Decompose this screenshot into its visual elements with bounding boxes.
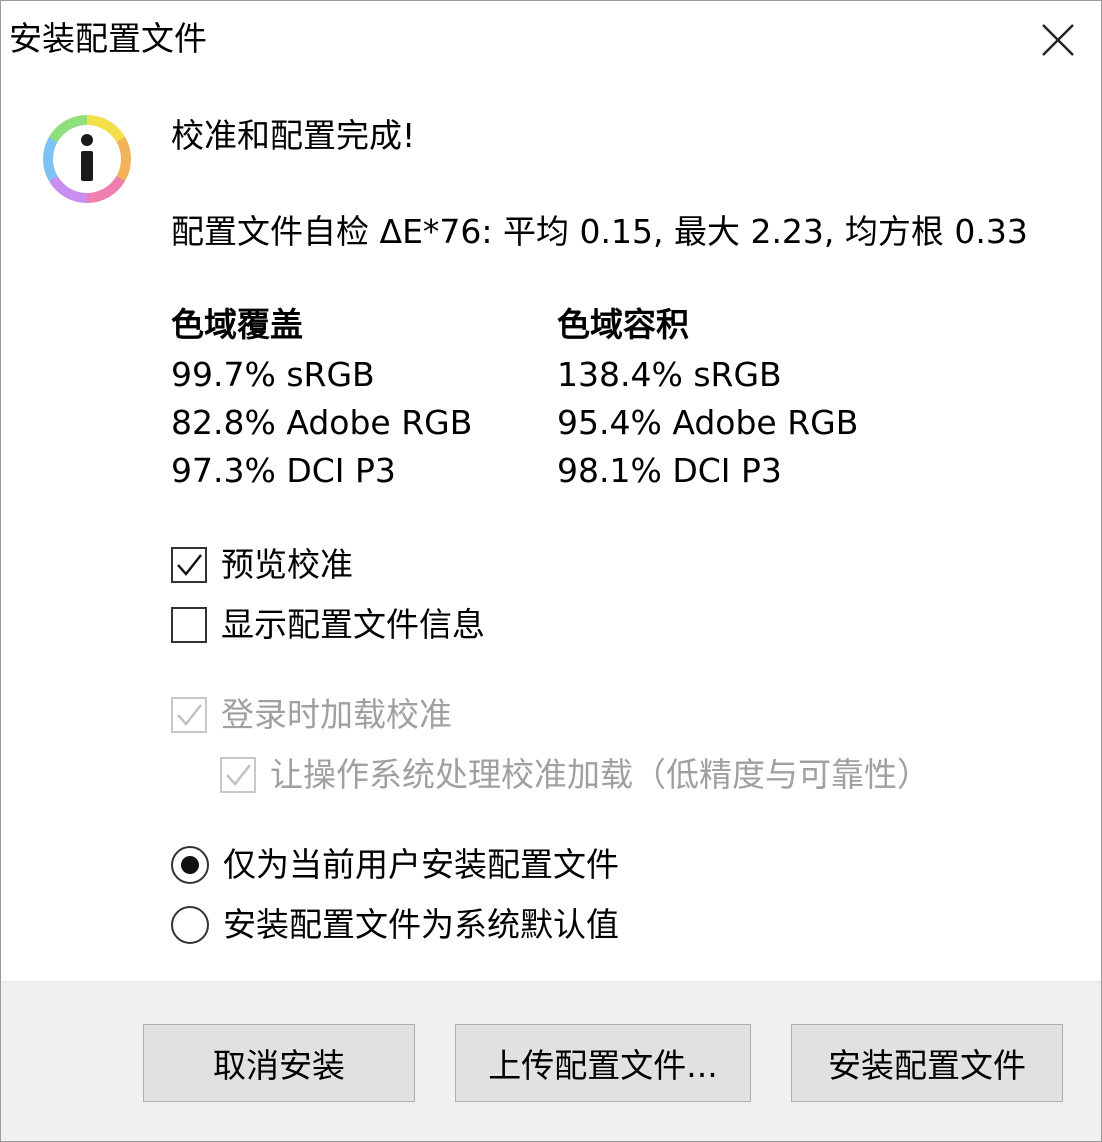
os-handles-loading-checkbox: 让操作系统处理校准加载（低精度与可靠性） — [220, 753, 930, 797]
checkmark-icon — [177, 554, 202, 576]
checkbox-box — [220, 757, 256, 793]
radio-circle[interactable] — [171, 906, 209, 944]
gamut-coverage: 色域覆盖 99.7% sRGB 82.8% Adobe RGB 97.3% DC… — [171, 301, 472, 495]
gamut-volume-srgb: 138.4% sRGB — [557, 355, 782, 394]
checkbox-box[interactable] — [171, 547, 207, 583]
gamut-coverage-dci-p3: 97.3% DCI P3 — [171, 451, 396, 490]
gamut-volume-adobe-rgb: 95.4% Adobe RGB — [557, 403, 859, 442]
show-profile-info-label: 显示配置文件信息 — [221, 605, 485, 644]
load-on-login-label: 登录时加载校准 — [221, 695, 452, 734]
os-handles-loading-label: 让操作系统处理校准加载（低精度与可靠性） — [270, 755, 930, 794]
upload-profile-button[interactable]: 上传配置文件... — [455, 1024, 751, 1102]
button-bar: 取消安装 上传配置文件... 安装配置文件 — [1, 981, 1101, 1141]
install-profile-dialog: 安装配置文件 校准和配置完成! 配置文件自检 ΔE*76: 平均 0.15, 最… — [0, 0, 1102, 1142]
install-profile-button[interactable]: 安装配置文件 — [791, 1024, 1063, 1102]
radio-circle[interactable] — [171, 846, 209, 884]
profile-self-check: 配置文件自检 ΔE*76: 平均 0.15, 最大 2.23, 均方根 0.33 — [171, 212, 1028, 251]
show-profile-info-checkbox[interactable]: 显示配置文件信息 — [171, 603, 485, 647]
info-icon — [41, 113, 133, 205]
close-button[interactable] — [1035, 17, 1081, 63]
preview-calibration-checkbox[interactable]: 预览校准 — [171, 543, 353, 587]
cancel-install-button[interactable]: 取消安装 — [143, 1024, 415, 1102]
checkbox-box — [171, 697, 207, 733]
install-system-default-label: 安装配置文件为系统默认值 — [223, 905, 619, 944]
gamut-volume-heading: 色域容积 — [557, 305, 689, 344]
checkbox-box[interactable] — [171, 607, 207, 643]
gamut-volume-dci-p3: 98.1% DCI P3 — [557, 451, 782, 490]
install-current-user-label: 仅为当前用户安装配置文件 — [223, 845, 619, 884]
gamut-coverage-heading: 色域覆盖 — [171, 305, 303, 344]
gamut-coverage-srgb: 99.7% sRGB — [171, 355, 375, 394]
load-on-login-checkbox: 登录时加载校准 — [171, 693, 452, 737]
preview-calibration-label: 预览校准 — [221, 545, 353, 584]
checkmark-icon — [226, 764, 251, 786]
radio-selected-dot — [181, 856, 199, 874]
title-bar: 安装配置文件 — [1, 1, 1101, 79]
gamut-coverage-adobe-rgb: 82.8% Adobe RGB — [171, 403, 473, 442]
window-title: 安装配置文件 — [9, 19, 207, 58]
gamut-volume: 色域容积 138.4% sRGB 95.4% Adobe RGB 98.1% D… — [557, 301, 858, 495]
checkmark-icon — [177, 704, 202, 726]
install-system-default-radio[interactable]: 安装配置文件为系统默认值 — [171, 903, 619, 947]
install-current-user-radio[interactable]: 仅为当前用户安装配置文件 — [171, 843, 619, 887]
close-icon — [1042, 24, 1074, 56]
completion-message: 校准和配置完成! — [171, 116, 416, 155]
